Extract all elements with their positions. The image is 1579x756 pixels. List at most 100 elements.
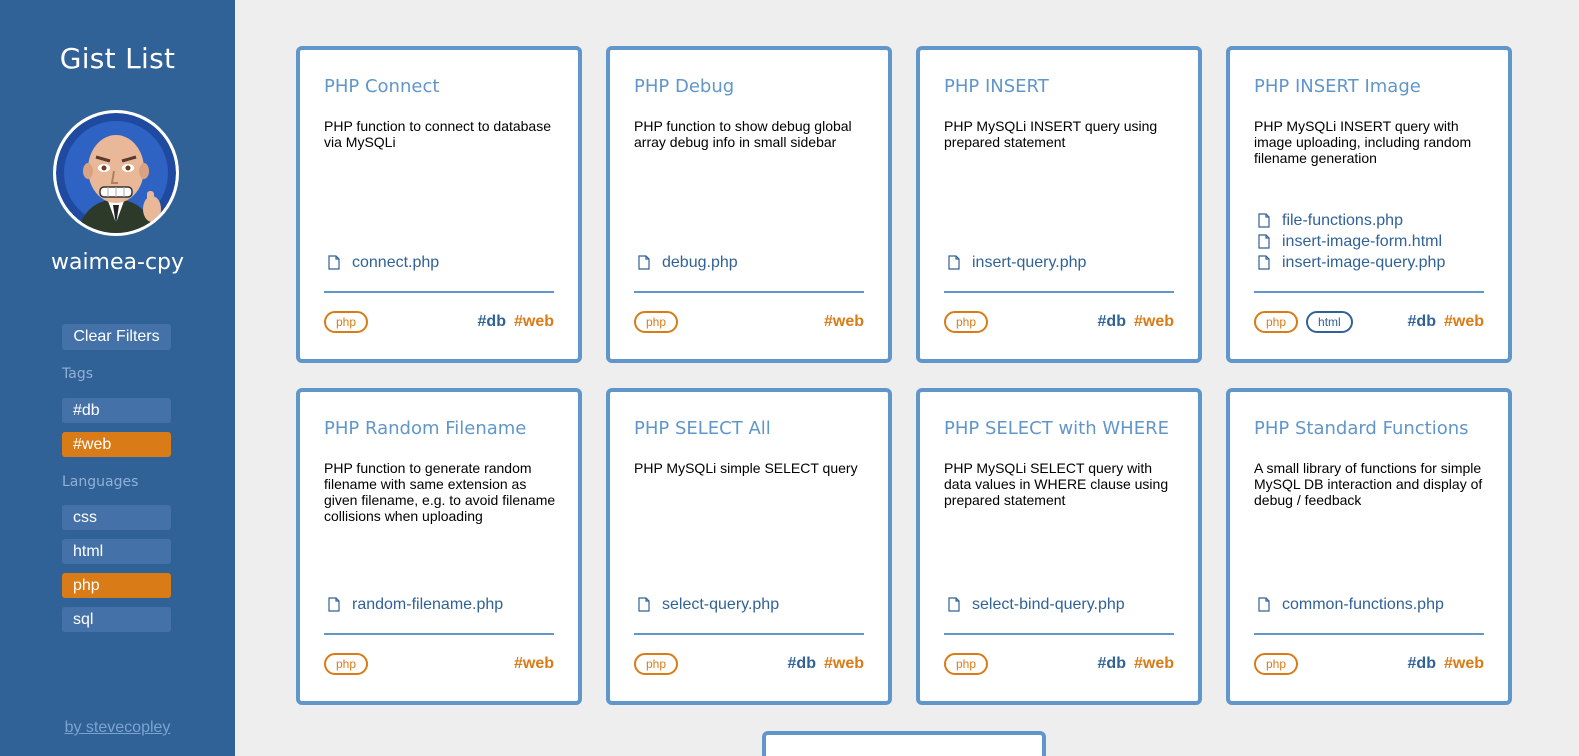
file-name: insert-image-form.html (1282, 232, 1443, 250)
file-link[interactable]: debug.php (638, 252, 872, 273)
card-footer: php html #db #web (1254, 310, 1484, 334)
card-title[interactable]: PHP INSERT (944, 76, 1182, 97)
card-footer: php #db #web (324, 310, 554, 334)
file-link[interactable]: file-functions.php (1258, 210, 1492, 231)
file-icon (948, 255, 966, 270)
gist-card-partial[interactable] (762, 731, 1046, 756)
languages-heading: Languages (62, 474, 139, 490)
sidebar: Gist List waimea-cpy Clear Filters Tags (0, 0, 235, 756)
file-name: select-bind-query.php (972, 595, 1125, 613)
file-icon (1258, 234, 1276, 249)
language-pill[interactable]: php (944, 311, 989, 333)
card-title[interactable]: PHP SELECT All (634, 418, 872, 439)
tag-link[interactable]: #web (514, 655, 554, 673)
language-pill[interactable]: php (944, 653, 989, 675)
card-divider (944, 291, 1174, 293)
tags-heading: Tags (62, 366, 93, 382)
filter-tag-web[interactable]: #web (62, 432, 171, 457)
file-name: file-functions.php (1282, 211, 1403, 229)
tag-link[interactable]: #db (1098, 313, 1126, 331)
file-link[interactable]: connect.php (328, 252, 562, 273)
gist-card[interactable]: PHP SELECT with WHERE PHP MySQLi SELECT q… (916, 388, 1202, 705)
file-list: select-query.php (638, 594, 872, 615)
card-description: PHP MySQLi simple SELECT query (634, 460, 858, 476)
card-title[interactable]: PHP Standard Functions (1254, 418, 1492, 439)
language-pill[interactable]: php (1254, 311, 1299, 333)
author-link[interactable]: by stevecopley (0, 719, 235, 737)
file-link[interactable]: random-filename.php (328, 594, 562, 615)
filter-lang-html[interactable]: html (62, 539, 171, 564)
tag-link[interactable]: #web (1444, 313, 1484, 331)
filter-tag-db[interactable]: #db (62, 398, 171, 423)
file-list: file-functions.php insert-image-form.html… (1258, 210, 1492, 273)
file-link[interactable]: insert-image-query.php (1258, 252, 1492, 273)
gist-card[interactable]: PHP INSERT PHP MySQLi INSERT query using … (916, 46, 1202, 363)
file-link[interactable]: insert-image-form.html (1258, 231, 1492, 252)
filter-lang-css[interactable]: css (62, 505, 171, 530)
file-icon (1258, 255, 1276, 270)
file-link[interactable]: select-bind-query.php (948, 594, 1182, 615)
gist-card[interactable]: PHP Connect PHP function to connect to da… (296, 46, 582, 363)
language-pill[interactable]: php (1254, 653, 1299, 675)
file-icon (948, 597, 966, 612)
tag-list: #db #web (1090, 655, 1174, 673)
card-title[interactable]: PHP Debug (634, 76, 872, 97)
tag-link[interactable]: #db (1408, 655, 1436, 673)
card-title[interactable]: PHP Connect (324, 76, 562, 97)
tag-list: #web (506, 655, 554, 673)
file-list: debug.php (638, 252, 872, 273)
tag-list: #db #web (780, 655, 864, 673)
file-list: insert-query.php (948, 252, 1182, 273)
file-link[interactable]: common-functions.php (1258, 594, 1492, 615)
card-description: PHP function to show debug global array … (634, 118, 852, 150)
gist-card[interactable]: PHP Standard Functions A small library of… (1226, 388, 1512, 705)
card-divider (1254, 633, 1484, 635)
file-name: common-functions.php (1282, 595, 1444, 613)
card-description: PHP MySQLi SELECT query with data values… (944, 460, 1169, 508)
language-pill[interactable]: php (634, 311, 679, 333)
gist-card[interactable]: PHP INSERT Image PHP MySQLi INSERT query … (1226, 46, 1512, 363)
file-icon (328, 597, 346, 612)
tag-link[interactable]: #web (824, 313, 864, 331)
card-description: PHP function to generate random filename… (324, 460, 556, 524)
tag-link[interactable]: #web (824, 655, 864, 673)
card-footer: php #db #web (944, 652, 1174, 676)
language-pill[interactable]: php (324, 311, 369, 333)
card-title[interactable]: PHP SELECT with WHERE (944, 418, 1182, 439)
tag-link[interactable]: #web (514, 313, 554, 331)
card-divider (634, 633, 864, 635)
card-divider (324, 291, 554, 293)
file-list: common-functions.php (1258, 594, 1492, 615)
card-description: PHP MySQLi INSERT query with image uploa… (1254, 118, 1472, 166)
tag-link[interactable]: #web (1134, 655, 1174, 673)
tag-link[interactable]: #db (1098, 655, 1126, 673)
file-name: debug.php (662, 253, 738, 271)
tag-link[interactable]: #db (1408, 313, 1436, 331)
language-pill[interactable]: html (1306, 311, 1353, 333)
card-title[interactable]: PHP Random Filename (324, 418, 562, 439)
tag-link[interactable]: #web (1134, 313, 1174, 331)
gist-card[interactable]: PHP SELECT All PHP MySQLi simple SELECT q… (606, 388, 892, 705)
language-pill[interactable]: php (324, 653, 369, 675)
card-title[interactable]: PHP INSERT Image (1254, 76, 1492, 97)
filter-lang-sql[interactable]: sql (62, 607, 171, 632)
card-footer: php #db #web (944, 310, 1174, 334)
card-footer: php #web (634, 310, 864, 334)
card-divider (944, 633, 1174, 635)
tag-link[interactable]: #web (1444, 655, 1484, 673)
clear-filters-button[interactable]: Clear Filters (62, 324, 171, 350)
language-pill[interactable]: php (634, 653, 679, 675)
gist-card[interactable]: PHP Random Filename PHP function to gener… (296, 388, 582, 705)
tag-link[interactable]: #db (788, 655, 816, 673)
filter-lang-php[interactable]: php (62, 573, 171, 598)
file-name: select-query.php (662, 595, 780, 613)
file-link[interactable]: select-query.php (638, 594, 872, 615)
file-icon (1258, 213, 1276, 228)
card-description: A small library of functions for simple … (1254, 460, 1483, 508)
tag-link[interactable]: #db (478, 313, 506, 331)
file-name: random-filename.php (352, 595, 504, 613)
file-icon (1258, 597, 1276, 612)
file-link[interactable]: insert-query.php (948, 252, 1182, 273)
file-name: insert-image-query.php (1282, 253, 1446, 271)
gist-card[interactable]: PHP Debug PHP function to show debug glob… (606, 46, 892, 363)
